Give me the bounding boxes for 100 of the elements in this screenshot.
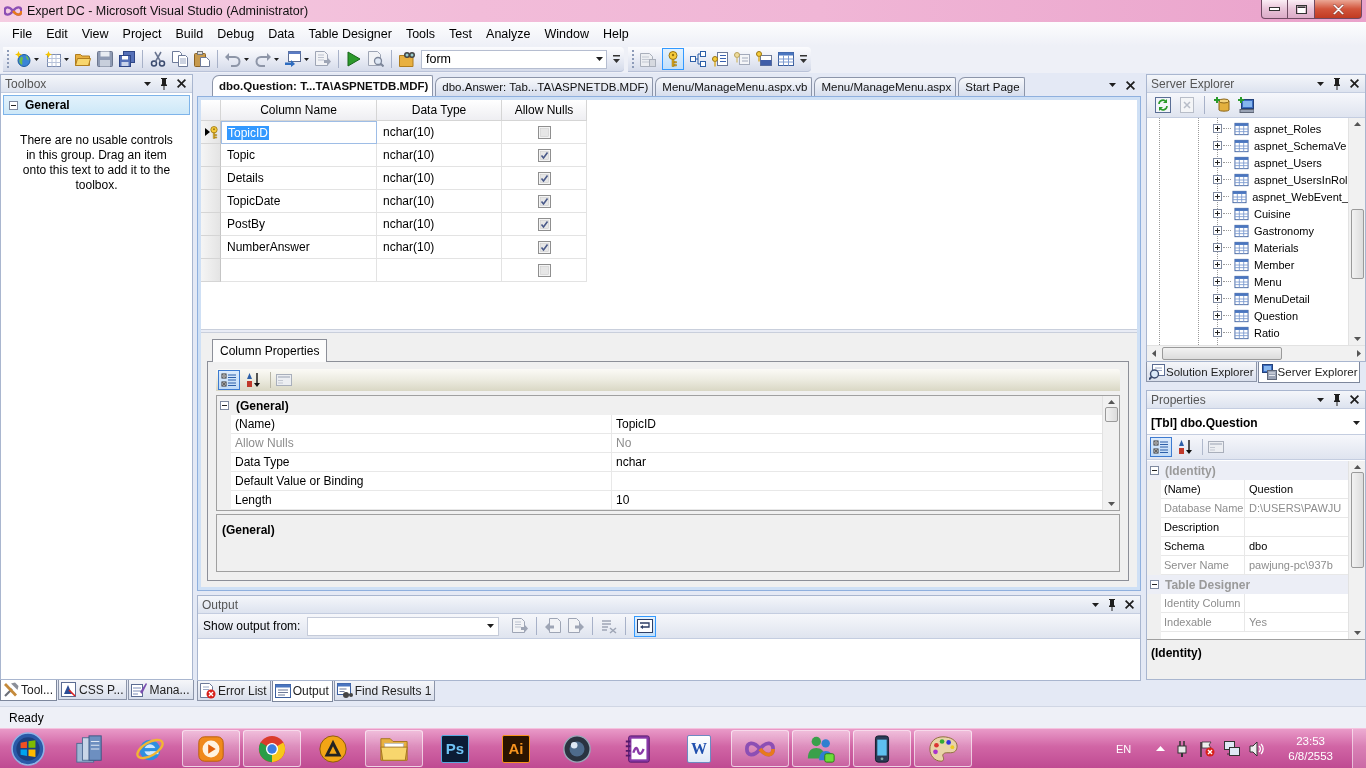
property-name[interactable]: Default Value or Binding <box>231 472 612 491</box>
column-header[interactable]: Allow Nulls <box>502 100 587 121</box>
chevron-up-icon[interactable] <box>1156 746 1166 751</box>
caret-icon[interactable] <box>304 57 309 61</box>
caret-icon[interactable] <box>34 57 39 61</box>
checkbox[interactable] <box>537 194 551 208</box>
checkbox[interactable] <box>537 217 551 231</box>
expand-icon[interactable] <box>1213 277 1222 286</box>
expand-icon[interactable] <box>1213 260 1222 269</box>
tab[interactable]: Column Properties <box>212 339 328 362</box>
tree-item[interactable]: Materials <box>1254 241 1299 254</box>
object-selector[interactable]: [Tbl] dbo.Question <box>1147 411 1365 434</box>
clock[interactable]: 23:53 6/8/2553 <box>1288 733 1333 764</box>
categorized-button[interactable] <box>1150 437 1172 457</box>
document-tab[interactable]: Menu/ManageMenu.aspx.vb <box>655 77 813 96</box>
menubar-entry[interactable]: Test <box>442 24 480 44</box>
menubar-entry[interactable]: Analyze <box>479 24 538 44</box>
taskbar-button[interactable]: Ai <box>487 730 545 767</box>
column-name-cell[interactable]: Details <box>221 167 377 190</box>
column-header[interactable]: Data Type <box>377 100 502 121</box>
document-tab[interactable]: dbo.Question: T...TA\ASPNETDB.MDF) <box>212 75 434 96</box>
caret-icon[interactable] <box>1092 602 1099 607</box>
close-icon[interactable] <box>1125 600 1134 609</box>
overflow-icon[interactable] <box>800 55 807 63</box>
expand-icon[interactable] <box>1213 243 1222 252</box>
network-icon[interactable] <box>1224 741 1241 756</box>
tree-item[interactable]: MenuDetail <box>1254 292 1310 305</box>
close-button[interactable] <box>1315 0 1362 19</box>
menubar-entry[interactable]: Edit <box>39 24 75 44</box>
scroll-thumb[interactable] <box>1350 472 1364 568</box>
window-arrow-icon[interactable] <box>285 51 301 67</box>
database-plus-icon[interactable] <box>1214 97 1230 113</box>
menubar-entry[interactable]: Window <box>537 24 596 44</box>
column-name-cell[interactable]: TopicDate <box>221 190 377 213</box>
property-value[interactable]: 10 <box>612 491 1102 510</box>
menubar-entry[interactable]: Help <box>596 24 636 44</box>
property-value[interactable]: nchar <box>612 453 1102 472</box>
maximize-button[interactable] <box>1288 0 1315 19</box>
tree-item[interactable]: Question <box>1254 309 1299 322</box>
monitor-plus-icon[interactable] <box>1238 97 1254 113</box>
expand-icon[interactable] <box>1213 311 1222 320</box>
taskbar-button[interactable]: W <box>670 730 728 767</box>
index-key-icon[interactable] <box>712 51 728 67</box>
property-name[interactable]: Data Type <box>231 453 612 472</box>
expand-icon[interactable] <box>1213 124 1222 133</box>
floppy-icon[interactable] <box>97 51 113 67</box>
pin-icon[interactable] <box>160 77 168 90</box>
documents-icon[interactable] <box>172 51 188 67</box>
data-type-cell[interactable]: nchar(10) <box>377 190 502 213</box>
scroll-thumb[interactable] <box>1350 209 1364 279</box>
scrollbar[interactable] <box>1348 118 1365 345</box>
expand-icon[interactable] <box>1213 328 1222 337</box>
minimize-button[interactable] <box>1261 0 1288 19</box>
scroll-thumb[interactable] <box>1162 347 1282 360</box>
caret-icon[interactable] <box>1317 397 1324 402</box>
column-name-cell[interactable]: NumberAnswer <box>221 236 377 259</box>
refresh-icon[interactable] <box>1155 97 1171 113</box>
play-icon[interactable] <box>346 51 362 67</box>
caret-icon[interactable] <box>244 57 249 61</box>
language-indicator[interactable]: EN <box>1115 742 1132 755</box>
property-value[interactable]: TopicID <box>612 415 1102 434</box>
categorized-button[interactable] <box>218 370 240 390</box>
tree-item[interactable]: Gastronomy <box>1254 224 1314 237</box>
row-header[interactable] <box>201 121 221 144</box>
page-magnifier-icon[interactable] <box>368 51 384 67</box>
pin-icon[interactable] <box>1333 77 1341 90</box>
menubar-entry[interactable]: View <box>74 24 116 44</box>
collapse-icon[interactable] <box>9 100 18 110</box>
overflow-icon[interactable] <box>613 55 620 63</box>
folder-binoculars-icon[interactable] <box>399 51 415 67</box>
caret-icon[interactable] <box>1317 81 1324 86</box>
caret-icon[interactable] <box>64 57 69 61</box>
taskbar-button[interactable] <box>853 730 911 767</box>
word-wrap-button[interactable] <box>634 615 657 637</box>
collapse-icon[interactable] <box>220 401 229 410</box>
tab[interactable]: Error List <box>197 681 271 701</box>
pin-icon[interactable] <box>1108 598 1116 611</box>
scrollbar[interactable] <box>1102 396 1119 510</box>
close-icon[interactable] <box>1350 395 1359 404</box>
menubar-entry[interactable]: Project <box>115 24 169 44</box>
tree-item[interactable]: aspnet_Users <box>1254 156 1322 169</box>
tab[interactable]: Find Results 1 <box>333 681 436 701</box>
caret-icon[interactable] <box>487 624 495 628</box>
taskbar-button[interactable]: Ps <box>426 730 484 767</box>
floppies-icon[interactable] <box>119 51 135 67</box>
scroll-up-icon[interactable] <box>1353 122 1361 126</box>
data-type-cell[interactable]: nchar(10) <box>377 236 502 259</box>
relationship-icon[interactable] <box>690 51 706 67</box>
close-icon[interactable] <box>1350 79 1359 88</box>
tree-item[interactable]: aspnet_UsersInRol <box>1254 173 1348 186</box>
checkbox[interactable] <box>537 240 551 254</box>
caret-icon[interactable] <box>1353 420 1360 425</box>
primary-key-button[interactable] <box>662 48 684 70</box>
tree-item[interactable]: Menu <box>1254 275 1282 288</box>
tab[interactable]: CSS P... <box>58 680 128 700</box>
menubar-entry[interactable]: File <box>5 24 40 44</box>
tree-item[interactable]: Member <box>1254 258 1295 271</box>
expand-icon[interactable] <box>1213 192 1222 201</box>
checkbox[interactable] <box>537 171 551 185</box>
scissors-icon[interactable] <box>150 51 166 67</box>
